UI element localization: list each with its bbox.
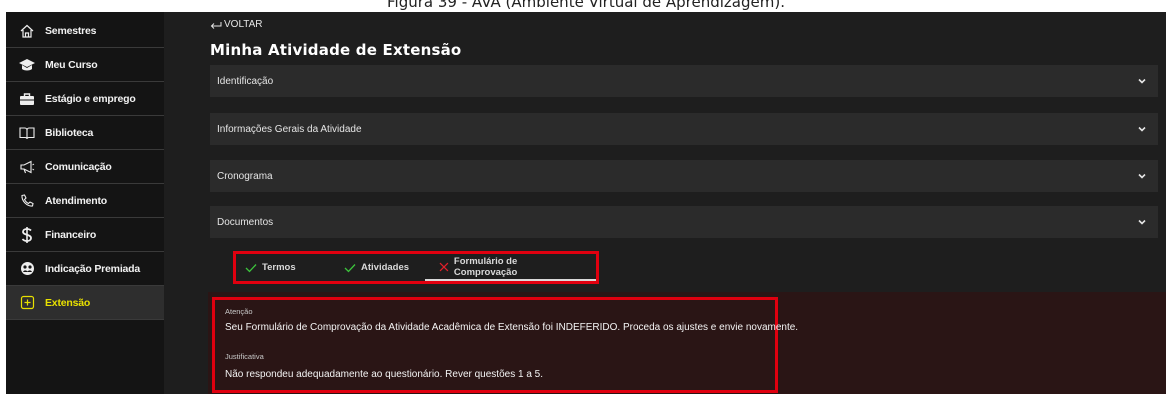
attention-message: Seu Formulário de Comprovação da Ativida… (225, 322, 799, 333)
tab-formulario-comprovacao[interactable]: Formulário de Comprovação (425, 254, 596, 281)
check-icon (245, 263, 257, 272)
sidebar-item-meu-curso[interactable]: Meu Curso (6, 48, 164, 82)
chevron-down-icon (1138, 173, 1146, 179)
sidebar-item-estagio[interactable]: Estágio e emprego (6, 82, 164, 116)
attention-label: Atenção (225, 307, 253, 316)
check-icon (344, 263, 356, 272)
accordion-documentos[interactable]: Documentos (210, 206, 1158, 238)
sidebar-item-biblioteca[interactable]: Biblioteca (6, 116, 164, 150)
sidebar-item-extensao[interactable]: Extensão (6, 286, 164, 320)
briefcase-icon (18, 90, 36, 108)
referral-icon (18, 260, 36, 278)
sidebar-item-indicacao-premiada[interactable]: Indicação Premiada (6, 252, 164, 286)
chevron-down-icon (1138, 219, 1146, 225)
graduation-cap-icon (18, 56, 36, 74)
sidebar-item-label: Comunicação (45, 160, 112, 173)
accordion-cronograma[interactable]: Cronograma (210, 160, 1158, 192)
tab-atividades[interactable]: Atividades (344, 254, 409, 281)
sidebar-item-label: Indicação Premiada (45, 262, 141, 275)
chevron-down-icon (1138, 126, 1146, 132)
megaphone-icon (18, 158, 36, 176)
sidebar-item-label: Semestres (45, 24, 97, 37)
main-content: VOLTAR Minha Atividade de Extensão Ident… (164, 12, 1166, 394)
sidebar-item-label: Atendimento (45, 194, 107, 207)
rejection-alert: Atenção Seu Formulário de Comprovação da… (212, 297, 798, 393)
sidebar-item-comunicacao[interactable]: Comunicação (6, 150, 164, 184)
x-icon (439, 262, 449, 271)
tab-termos[interactable]: Termos (245, 254, 296, 281)
extension-icon (18, 294, 36, 312)
sidebar-item-label: Extensão (45, 296, 91, 309)
figure-caption: Figura 39 - AVA (Ambiente Virtual de Apr… (387, 0, 785, 11)
tab-label: Termos (262, 262, 296, 273)
document-tabs: Termos Atividades Formulário de Comprova… (233, 251, 599, 284)
chevron-down-icon (1138, 78, 1146, 84)
sidebar-item-label: Estágio e emprego (45, 92, 136, 105)
accordion-label: Informações Gerais da Atividade (217, 123, 362, 135)
sidebar-item-semestres[interactable]: Semestres (6, 14, 164, 48)
back-arrow-icon (210, 21, 222, 29)
back-label: VOLTAR (224, 19, 263, 30)
tab-label: Formulário de Comprovação (453, 255, 518, 278)
page-title: Minha Atividade de Extensão (210, 41, 462, 59)
sidebar-item-label: Biblioteca (45, 126, 94, 139)
accordion-label: Documentos (217, 216, 274, 228)
sidebar-item-label: Financeiro (45, 228, 97, 241)
accordion-informacoes-gerais[interactable]: Informações Gerais da Atividade (210, 113, 1158, 145)
dollar-icon (18, 226, 36, 244)
accordion-label: Identificação (217, 75, 274, 87)
app-window: Semestres Meu Curso Estágio e emprego Bi… (6, 12, 1166, 394)
accordion-identificacao[interactable]: Identificação (210, 65, 1158, 97)
home-icon (18, 22, 36, 40)
sidebar-item-atendimento[interactable]: Atendimento (6, 184, 164, 218)
justification-message: Não respondeu adequadamente ao questioná… (225, 369, 544, 380)
accordion-label: Cronograma (217, 170, 273, 182)
tab-label: Atividades (361, 262, 410, 273)
sidebar: Semestres Meu Curso Estágio e emprego Bi… (6, 12, 164, 394)
book-icon (18, 124, 36, 142)
justification-label: Justificativa (225, 352, 264, 361)
sidebar-item-financeiro[interactable]: Financeiro (6, 218, 164, 252)
sidebar-item-label: Meu Curso (45, 58, 98, 71)
phone-icon (18, 192, 36, 210)
back-link[interactable]: VOLTAR (210, 19, 263, 30)
